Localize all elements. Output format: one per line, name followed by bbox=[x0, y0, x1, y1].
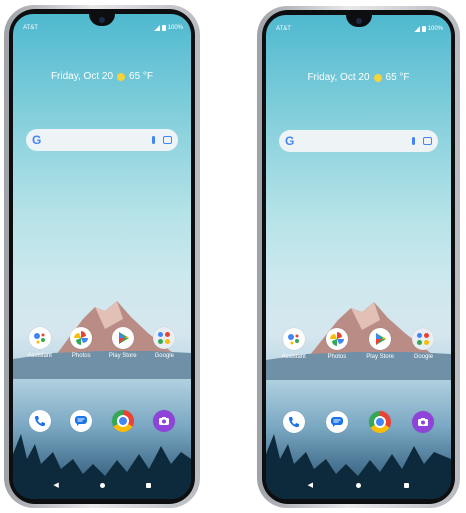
app-camera[interactable] bbox=[145, 410, 183, 432]
chrome-icon bbox=[111, 410, 134, 432]
google-search-bar[interactable]: G bbox=[279, 130, 438, 152]
app-camera[interactable] bbox=[404, 411, 442, 433]
app-label: Play Store bbox=[366, 354, 394, 360]
messages-icon bbox=[70, 410, 93, 432]
navigation-bar: ◀ bbox=[266, 482, 451, 489]
battery-icon bbox=[421, 26, 426, 32]
sun-icon bbox=[373, 73, 382, 82]
google-folder-icon bbox=[412, 328, 435, 350]
app-play-store[interactable]: Play Store bbox=[361, 328, 399, 360]
google-g-icon: G bbox=[285, 134, 295, 148]
lens-icon[interactable] bbox=[423, 137, 432, 145]
phone-right: AT&T 100% Friday, Oct 20 65 °F G Assista… bbox=[257, 6, 460, 508]
recents-button[interactable] bbox=[404, 483, 410, 488]
lens-icon[interactable] bbox=[163, 136, 172, 144]
dock bbox=[266, 411, 451, 433]
temperature-text: 65 °F bbox=[385, 72, 410, 83]
date-text: Friday, Oct 20 bbox=[50, 71, 114, 82]
at-a-glance-widget[interactable]: Friday, Oct 20 65 °F bbox=[266, 72, 451, 83]
app-assistant[interactable]: Assistant bbox=[275, 328, 313, 360]
app-messages[interactable] bbox=[62, 410, 100, 432]
app-row: Assistant Photos Play Store Google bbox=[13, 327, 191, 359]
app-photos[interactable]: Photos bbox=[62, 327, 100, 359]
assistant-icon bbox=[282, 328, 305, 350]
battery-icon bbox=[161, 25, 166, 31]
camera-icon bbox=[412, 411, 435, 433]
app-label: Assistant bbox=[27, 353, 52, 359]
home-button[interactable] bbox=[99, 483, 105, 488]
phone-icon bbox=[282, 411, 305, 433]
photos-icon bbox=[70, 327, 93, 349]
battery-percent: 100% bbox=[167, 25, 183, 31]
google-g-icon: G bbox=[32, 133, 42, 147]
navigation-bar: ◀ bbox=[13, 482, 191, 489]
app-label: Photos bbox=[327, 354, 347, 360]
app-label: Photos bbox=[71, 353, 91, 359]
recents-button[interactable] bbox=[145, 483, 151, 488]
app-label: Play Store bbox=[108, 353, 137, 359]
battery-percent: 100% bbox=[427, 26, 443, 32]
carrier-label: AT&T bbox=[23, 25, 38, 31]
app-assistant[interactable]: Assistant bbox=[21, 327, 59, 359]
app-phone[interactable] bbox=[21, 410, 59, 432]
back-button[interactable]: ◀ bbox=[53, 482, 58, 489]
app-google-folder[interactable]: Google bbox=[404, 328, 442, 360]
play-store-icon bbox=[111, 327, 134, 349]
date-text: Friday, Oct 20 bbox=[307, 72, 370, 83]
app-play-store[interactable]: Play Store bbox=[104, 327, 142, 359]
app-messages[interactable] bbox=[318, 411, 356, 433]
mic-icon[interactable] bbox=[412, 137, 415, 145]
play-store-icon bbox=[369, 328, 392, 350]
dock bbox=[13, 410, 191, 432]
status-bar: AT&T 100% bbox=[13, 25, 191, 35]
carrier-label: AT&T bbox=[276, 26, 291, 32]
app-chrome[interactable] bbox=[104, 410, 142, 432]
at-a-glance-widget[interactable]: Friday, Oct 20 65 °F bbox=[13, 71, 191, 82]
chrome-icon bbox=[369, 411, 392, 433]
home-button[interactable] bbox=[356, 483, 362, 488]
temperature-text: 65 °F bbox=[129, 71, 154, 82]
status-icons: 100% bbox=[153, 25, 183, 31]
phone-screen: AT&T 100% Friday, Oct 20 65 °F G Assista… bbox=[13, 14, 191, 499]
app-google-folder[interactable]: Google bbox=[145, 327, 183, 359]
back-button[interactable]: ◀ bbox=[308, 482, 313, 489]
app-label: Google bbox=[413, 354, 434, 360]
photos-icon bbox=[325, 328, 348, 350]
phone-screen: AT&T 100% Friday, Oct 20 65 °F G Assista… bbox=[266, 15, 451, 499]
phone-left: AT&T 100% Friday, Oct 20 65 °F G Assista… bbox=[4, 5, 200, 508]
app-label: Assistant bbox=[281, 354, 306, 360]
google-search-bar[interactable]: G bbox=[26, 129, 178, 151]
status-icons: 100% bbox=[413, 26, 443, 32]
status-bar: AT&T 100% bbox=[266, 26, 451, 36]
signal-icon bbox=[153, 25, 160, 31]
sun-icon bbox=[117, 72, 126, 81]
app-row: Assistant Photos Play Store Google bbox=[266, 328, 451, 360]
assistant-icon bbox=[28, 327, 51, 349]
camera-icon bbox=[153, 410, 176, 432]
app-phone[interactable] bbox=[275, 411, 313, 433]
app-photos[interactable]: Photos bbox=[318, 328, 356, 360]
phone-icon bbox=[28, 410, 51, 432]
app-label: Google bbox=[154, 353, 174, 359]
google-folder-icon bbox=[153, 327, 176, 349]
app-chrome[interactable] bbox=[361, 411, 399, 433]
signal-icon bbox=[413, 26, 420, 32]
messages-icon bbox=[325, 411, 348, 433]
mic-icon[interactable] bbox=[152, 136, 155, 144]
